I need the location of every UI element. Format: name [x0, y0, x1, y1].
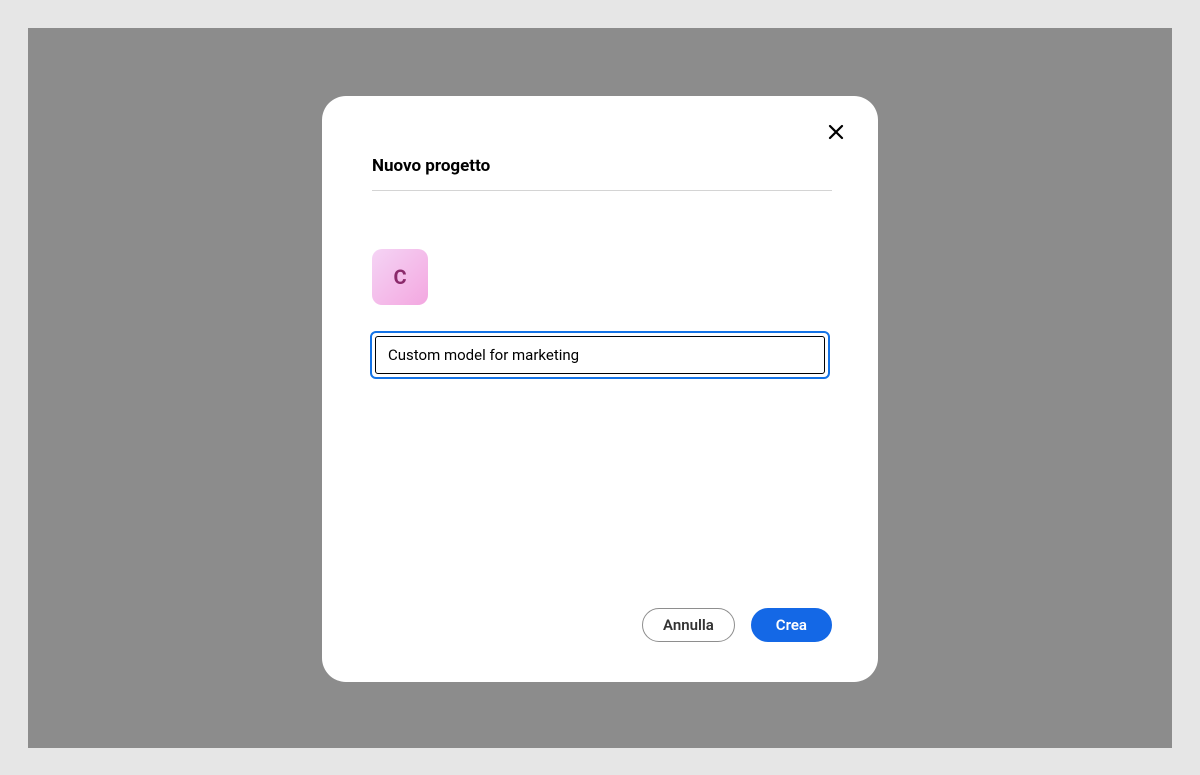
- close-icon: [828, 124, 844, 140]
- create-button[interactable]: Crea: [751, 608, 832, 642]
- cancel-button[interactable]: Annulla: [642, 608, 735, 642]
- project-name-input-focus-ring: [370, 331, 830, 379]
- title-divider: [372, 190, 832, 191]
- modal-backdrop: Nuovo progetto C Annulla Crea: [28, 28, 1172, 748]
- modal-title: Nuovo progetto: [368, 156, 832, 176]
- project-icon: C: [372, 249, 428, 305]
- new-project-modal: Nuovo progetto C Annulla Crea: [322, 96, 878, 682]
- modal-footer: Annulla Crea: [368, 608, 832, 642]
- project-icon-letter: C: [393, 265, 406, 289]
- project-name-input[interactable]: [375, 336, 825, 374]
- close-button[interactable]: [822, 118, 850, 146]
